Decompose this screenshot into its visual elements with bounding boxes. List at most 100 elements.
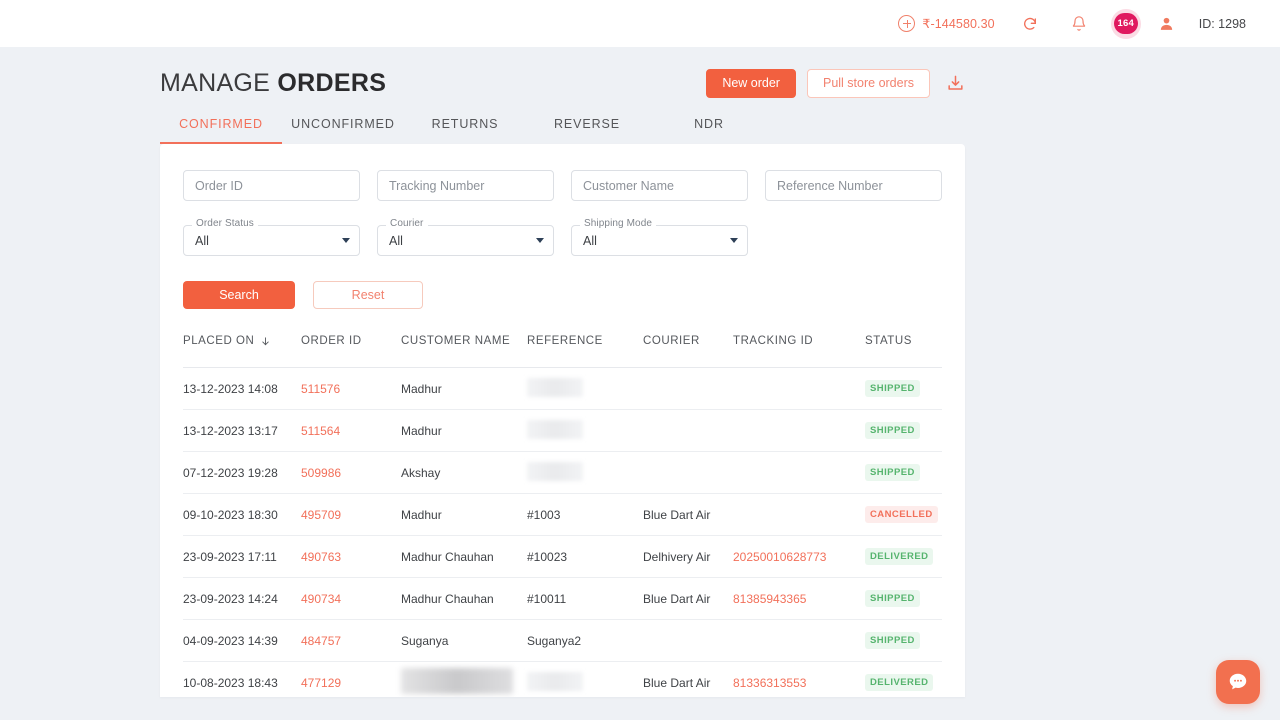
reference-number-placeholder: Reference Number — [777, 178, 883, 193]
cell-order-id: 490763 — [301, 550, 401, 564]
column-header-reference[interactable]: REFERENCE — [527, 335, 643, 347]
shipping-mode-value: All — [583, 233, 597, 248]
tab-confirmed[interactable]: CONFIRMED — [160, 117, 282, 144]
cell-customer-name — [401, 668, 527, 697]
order-id-placeholder: Order ID — [195, 178, 243, 193]
search-button[interactable]: Search — [183, 281, 295, 309]
table-row[interactable]: 23-09-2023 14:24 490734 Madhur Chauhan #100… — [183, 578, 942, 620]
redacted-block — [527, 671, 583, 691]
download-icon[interactable] — [946, 74, 965, 93]
orders-card: Order ID Tracking Number Customer Name R… — [160, 144, 965, 697]
cell-customer-name: Akshay — [401, 465, 441, 480]
courier-select[interactable]: All — [377, 225, 554, 256]
column-header-customer-name[interactable]: CUSTOMER NAME — [401, 335, 527, 347]
table-row[interactable]: 13-12-2023 14:08 511576 Madhur SHIPPED — [183, 368, 942, 410]
cell-courier: Blue Dart Air — [643, 675, 711, 690]
chevron-down-icon — [730, 238, 738, 243]
filter-selects: Order Status All Courier All Shipping Mo… — [183, 218, 942, 256]
cell-reference — [527, 671, 643, 694]
tracking-id-link[interactable]: 20250010628773 — [733, 550, 826, 564]
cell-tracking-id: 81336313553 — [733, 676, 865, 690]
order-id-link[interactable]: 509986 — [301, 466, 341, 480]
cell-order-id: 477129 — [301, 676, 401, 690]
table-row[interactable]: 10-08-2023 18:43 477129 Blue Dart Air 81336… — [183, 662, 942, 697]
table-row[interactable]: 07-12-2023 19:28 509986 Akshay SHIPPED — [183, 452, 942, 494]
page-title-light: MANAGE — [160, 69, 271, 97]
tab-unconfirmed[interactable]: UNCONFIRMED — [282, 117, 404, 144]
wallet-balance[interactable]: ₹-144580.30 — [898, 15, 995, 32]
header-actions: New order Pull store orders — [706, 69, 965, 98]
reset-button[interactable]: Reset — [313, 281, 423, 309]
filter-text-inputs: Order ID Tracking Number Customer Name R… — [183, 170, 942, 201]
cell-reference: #10023 — [527, 549, 568, 564]
notification-badge-halo[interactable]: 164 — [1110, 8, 1141, 39]
cell-status: SHIPPED — [865, 422, 945, 439]
order-id-input[interactable]: Order ID — [183, 170, 360, 201]
status-badge: SHIPPED — [865, 590, 920, 607]
customer-name-input[interactable]: Customer Name — [571, 170, 748, 201]
order-tabs: CONFIRMED UNCONFIRMED RETURNS REVERSE ND… — [160, 117, 965, 144]
status-badge: CANCELLED — [865, 506, 938, 523]
order-id-link[interactable]: 511564 — [301, 424, 340, 438]
table-row[interactable]: 04-09-2023 14:39 484757 Suganya Suganya2 SHI… — [183, 620, 942, 662]
table-body: 13-12-2023 14:08 511576 Madhur SHIPPED 13-12… — [183, 368, 942, 697]
bell-icon[interactable] — [1071, 15, 1087, 32]
page-title-bold: ORDERS — [277, 69, 387, 97]
user-icon[interactable] — [1158, 15, 1175, 32]
tab-reverse[interactable]: REVERSE — [526, 117, 648, 144]
column-header-status[interactable]: STATUS — [865, 335, 945, 347]
cell-courier: Blue Dart Air — [643, 591, 711, 606]
chat-bubble-icon[interactable] — [1216, 660, 1260, 704]
cell-order-id: 511576 — [301, 382, 401, 396]
cell-reference: #1003 — [527, 507, 561, 522]
column-header-courier[interactable]: COURIER — [643, 335, 733, 347]
circle-plus-icon[interactable] — [898, 15, 916, 32]
shipping-mode-select-wrap: Shipping Mode All — [571, 218, 748, 256]
order-id-link[interactable]: 495709 — [301, 508, 341, 522]
column-header-order-id[interactable]: ORDER ID — [301, 335, 401, 347]
cell-order-id: 495709 — [301, 508, 401, 522]
column-header-placed-on[interactable]: PLACED ON — [183, 335, 301, 347]
order-status-value: All — [195, 233, 209, 248]
chevron-down-icon — [536, 238, 544, 243]
new-order-button[interactable]: New order — [706, 69, 796, 98]
cell-status: DELIVERED — [865, 674, 945, 691]
cell-reference — [527, 461, 643, 484]
table-row[interactable]: 13-12-2023 13:17 511564 Madhur SHIPPED — [183, 410, 942, 452]
page-body: MANAGE ORDERS New order Pull store order… — [0, 47, 1280, 697]
tracking-id-link[interactable]: 81385943365 — [733, 592, 806, 606]
shipping-mode-select[interactable]: All — [571, 225, 748, 256]
order-status-select[interactable]: All — [183, 225, 360, 256]
status-badge: DELIVERED — [865, 674, 934, 691]
cell-customer-name: Madhur — [401, 423, 442, 438]
tracking-id-link[interactable]: 81336313553 — [733, 676, 806, 690]
tab-ndr[interactable]: NDR — [648, 117, 770, 144]
order-id-link[interactable]: 511576 — [301, 382, 340, 396]
order-id-link[interactable]: 484757 — [301, 634, 341, 648]
tracking-number-input[interactable]: Tracking Number — [377, 170, 554, 201]
column-header-tracking-id[interactable]: TRACKING ID — [733, 335, 865, 347]
pull-store-orders-button[interactable]: Pull store orders — [806, 69, 930, 98]
cell-placed-on: 13-12-2023 14:08 — [183, 381, 278, 396]
shipping-mode-label: Shipping Mode — [580, 218, 657, 229]
order-id-link[interactable]: 490763 — [301, 550, 341, 564]
order-status-label: Order Status — [192, 218, 258, 229]
tab-returns[interactable]: RETURNS — [404, 117, 526, 144]
cell-order-id: 490734 — [301, 592, 401, 606]
courier-value: All — [389, 233, 403, 248]
cell-customer-name: Madhur — [401, 381, 442, 396]
user-id-label: ID: 1298 — [1198, 16, 1246, 31]
cell-status: SHIPPED — [865, 464, 945, 481]
refresh-icon[interactable] — [1022, 16, 1038, 32]
cell-customer-name: Suganya — [401, 633, 449, 648]
order-id-link[interactable]: 477129 — [301, 676, 341, 690]
orders-table: PLACED ON ORDER ID CUSTOMER NAME REFEREN… — [183, 335, 942, 697]
order-id-link[interactable]: 490734 — [301, 592, 341, 606]
status-badge: SHIPPED — [865, 422, 920, 439]
cell-tracking-id: 20250010628773 — [733, 550, 865, 564]
cell-placed-on: 13-12-2023 13:17 — [183, 423, 278, 438]
cell-customer-name: Madhur — [401, 507, 442, 522]
table-row[interactable]: 09-10-2023 18:30 495709 Madhur #1003 Blue Da… — [183, 494, 942, 536]
table-row[interactable]: 23-09-2023 17:11 490763 Madhur Chauhan #100… — [183, 536, 942, 578]
reference-number-input[interactable]: Reference Number — [765, 170, 942, 201]
